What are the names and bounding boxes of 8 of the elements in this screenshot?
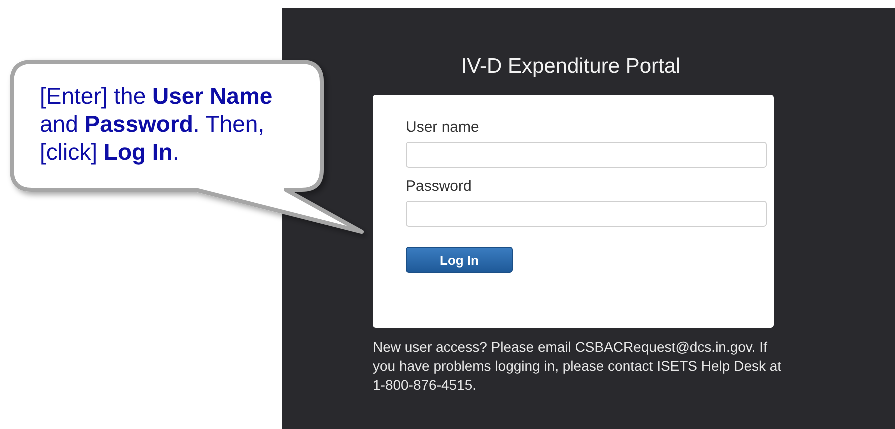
login-button[interactable]: Log In — [406, 247, 513, 273]
input-field[interactable] — [406, 201, 767, 227]
portal-title: IV-D Expenditure Portal — [460, 55, 682, 79]
field-label: User name — [406, 119, 480, 136]
input-field[interactable] — [406, 142, 767, 168]
help-text: New user access? Please email CSBACRequest@dcs.in.gov. If you have problems logging in, please contact ISETS Help Desk at 1-800-876-4515. — [373, 338, 783, 395]
field-label: Password — [406, 178, 473, 195]
instruction-text: [Enter] the User Name and Password. Then, [click] Log In. — [40, 82, 274, 166]
